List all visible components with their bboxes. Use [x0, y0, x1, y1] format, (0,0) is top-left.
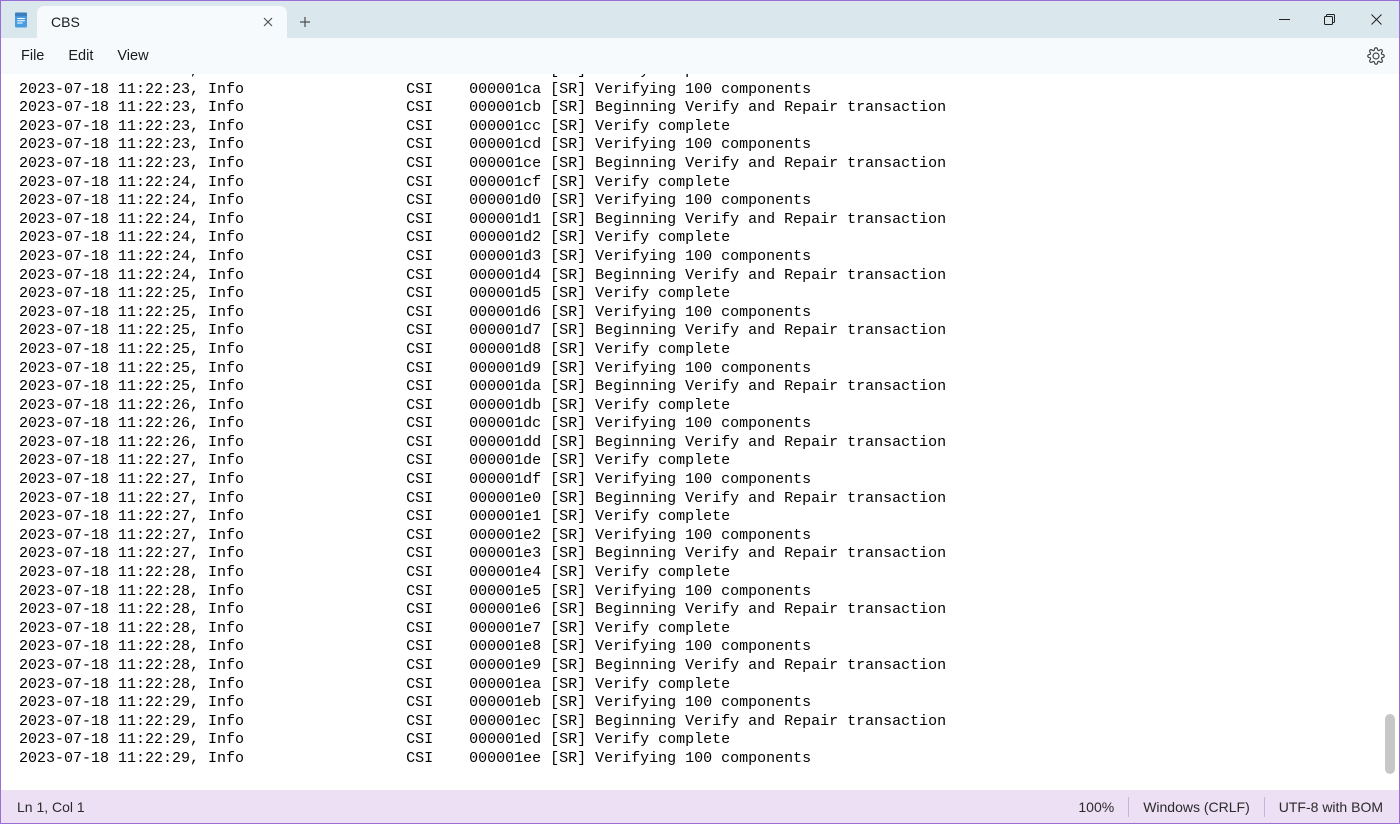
scrollbar-track[interactable]: [1385, 74, 1397, 790]
editor-text[interactable]: 2023-07-18 11:22:23, Info CSI 000001c9 […: [1, 74, 1399, 769]
statusbar: Ln 1, Col 1 100% Windows (CRLF) UTF-8 wi…: [1, 790, 1399, 823]
status-line-ending[interactable]: Windows (CRLF): [1143, 799, 1250, 815]
editor-area[interactable]: 2023-07-18 11:22:23, Info CSI 000001c9 […: [1, 74, 1399, 790]
close-icon: [1371, 14, 1382, 25]
restore-icon: [1324, 14, 1336, 26]
minimize-button[interactable]: [1261, 5, 1307, 35]
titlebar: CBS: [1, 1, 1399, 38]
scrollbar-thumb[interactable]: [1385, 714, 1395, 774]
notepad-icon: [12, 11, 30, 29]
close-window-button[interactable]: [1353, 5, 1399, 35]
new-tab-button[interactable]: [287, 5, 323, 38]
tab-title: CBS: [51, 14, 80, 30]
menu-file[interactable]: File: [9, 42, 56, 70]
minimize-icon: [1279, 14, 1290, 25]
tab-active[interactable]: CBS: [37, 6, 287, 38]
window-controls: [1261, 1, 1399, 38]
gear-icon: [1367, 47, 1385, 65]
status-cursor-position[interactable]: Ln 1, Col 1: [17, 799, 85, 815]
close-icon: [263, 17, 273, 27]
menubar: File Edit View: [1, 38, 1399, 74]
plus-icon: [299, 16, 311, 28]
status-separator: [1264, 797, 1265, 817]
app-icon: [1, 1, 37, 38]
status-encoding[interactable]: UTF-8 with BOM: [1279, 799, 1383, 815]
status-zoom[interactable]: 100%: [1078, 799, 1114, 815]
menu-view[interactable]: View: [105, 42, 160, 70]
tab-close-button[interactable]: [259, 13, 277, 31]
status-separator: [1128, 797, 1129, 817]
menu-edit[interactable]: Edit: [56, 42, 105, 70]
settings-button[interactable]: [1361, 41, 1391, 71]
maximize-button[interactable]: [1307, 5, 1353, 35]
